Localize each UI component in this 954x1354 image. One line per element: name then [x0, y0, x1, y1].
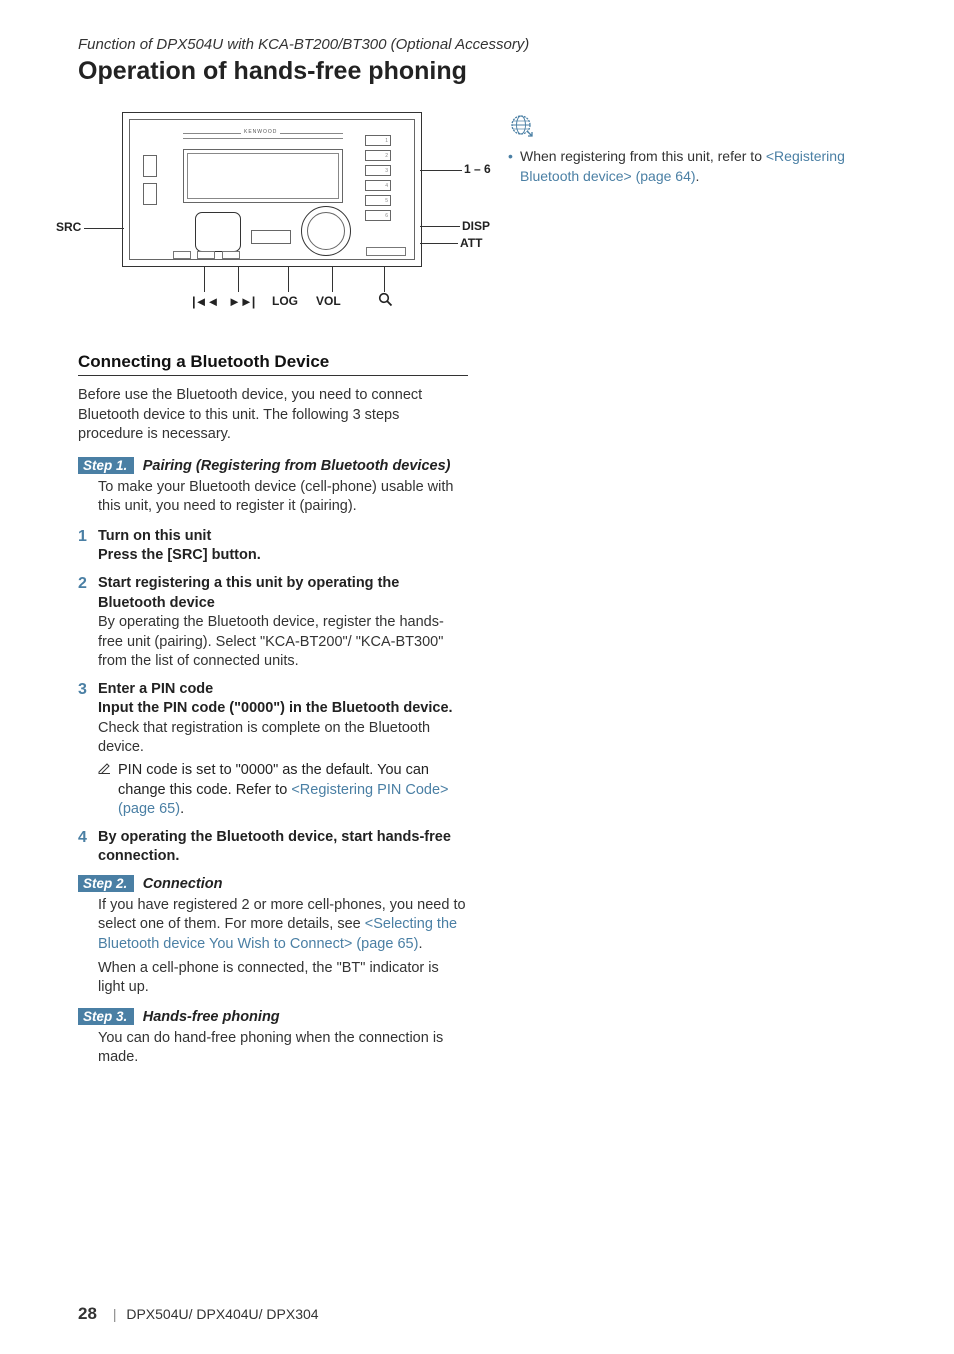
item-heading-b: Press the [SRC] button. — [98, 546, 468, 566]
device-body: KENWOOD 1 2 3 4 5 6 — [122, 112, 422, 267]
callout-search-icon — [378, 292, 393, 310]
tiny-button — [143, 183, 157, 205]
step-2-header: Step 2. Connection — [78, 875, 468, 893]
step1-desc: To make your Bluetooth device (cell-phon… — [98, 478, 468, 517]
note: PIN code is set to "0000" as the default… — [98, 761, 468, 820]
step-1-header: Step 1. Pairing (Registering from Blueto… — [78, 457, 468, 475]
preset-button: 6 — [365, 210, 391, 221]
step-label: Step 1. — [78, 457, 134, 474]
callout-line — [420, 226, 460, 227]
callout-disp: DISP — [462, 219, 490, 233]
callout-line — [332, 267, 333, 292]
pencil-icon — [98, 761, 114, 820]
step-label: Step 2. — [78, 875, 134, 892]
callout-line — [420, 170, 462, 171]
mini-button — [173, 251, 191, 259]
callout-prev-icon: |◄◄ — [192, 294, 218, 309]
list-number: 4 — [78, 828, 98, 867]
item-heading: Turn on this unit — [98, 527, 468, 547]
bottom-button-row — [173, 246, 253, 256]
callout-line — [238, 267, 239, 292]
step-label: Step 3. — [78, 1008, 134, 1025]
callout-att: ATT — [460, 236, 482, 250]
page-number: 28 — [78, 1304, 97, 1323]
item-heading: Start registering a this unit by operati… — [98, 574, 468, 613]
item-sub: By operating the Bluetooth device, regis… — [98, 613, 468, 672]
tiny-button — [143, 155, 157, 177]
footer-models: DPX504U/ DPX404U/ DPX304 — [126, 1306, 318, 1322]
list-number: 2 — [78, 574, 98, 672]
item-sub: Check that registration is complete on t… — [98, 719, 468, 758]
list-number: 1 — [78, 527, 98, 566]
magnifier-icon — [378, 292, 393, 307]
step2-post: . — [418, 936, 422, 952]
step-3-header: Step 3. Hands-free phoning — [78, 1008, 468, 1026]
step3-desc: You can do hand-free phoning when the co… — [98, 1029, 468, 1068]
page-footer: 28 | DPX504U/ DPX404U/ DPX304 — [78, 1304, 319, 1324]
step-title: Connection — [143, 876, 223, 892]
page-title: Operation of hands-free phoning — [78, 57, 876, 86]
section-heading: Connecting a Bluetooth Device — [78, 352, 468, 376]
list-item-4: 4 By operating the Bluetooth device, sta… — [78, 828, 468, 867]
callout-next-icon: ►►| — [228, 294, 254, 309]
list-item-2: 2 Start registering a this unit by opera… — [78, 574, 468, 672]
footer-divider: | — [113, 1306, 117, 1322]
preset-button: 3 — [365, 165, 391, 176]
callout-one-six: 1 – 6 — [464, 162, 491, 176]
bullet-post: . — [696, 168, 700, 184]
callout-line — [84, 228, 124, 229]
brand-text: KENWOOD — [241, 129, 280, 135]
bullet-dot: • — [508, 147, 520, 186]
callout-vol: VOL — [316, 294, 341, 308]
preset-button: 1 — [365, 135, 391, 146]
bullet-pre: When registering from this unit, refer t… — [520, 148, 766, 164]
step-title: Hands-free phoning — [143, 1009, 280, 1025]
list-item-3: 3 Enter a PIN code Input the PIN code ("… — [78, 680, 468, 820]
callout-line — [384, 267, 385, 292]
left-side-buttons — [143, 155, 157, 211]
info-bullet: • When registering from this unit, refer… — [508, 147, 868, 186]
preset-buttons-column: 1 2 3 4 5 6 — [365, 135, 395, 225]
supertitle: Function of DPX504U with KCA-BT200/BT300… — [78, 36, 876, 53]
step-title: Pairing (Registering from Bluetooth devi… — [143, 458, 451, 474]
preset-button: 5 — [365, 195, 391, 206]
note-text-post: . — [180, 801, 184, 817]
intro-paragraph: Before use the Bluetooth device, you nee… — [78, 386, 468, 445]
callout-log: LOG — [272, 294, 298, 308]
callout-line — [420, 243, 458, 244]
list-item-1: 1 Turn on this unit Press the [SRC] butt… — [78, 527, 468, 566]
volume-knob — [301, 206, 351, 256]
device-illustration: KENWOOD 1 2 3 4 5 6 — [84, 112, 474, 322]
preset-button: 2 — [365, 150, 391, 161]
item-heading: By operating the Bluetooth device, start… — [98, 828, 468, 867]
info-globe-icon — [508, 112, 538, 145]
item-heading: Enter a PIN code — [98, 680, 468, 700]
mini-button — [222, 251, 240, 259]
middle-button — [251, 230, 291, 244]
callout-src: SRC — [56, 220, 81, 234]
list-number: 3 — [78, 680, 98, 820]
callout-line — [204, 267, 205, 292]
callout-line — [288, 267, 289, 292]
device-screen — [183, 149, 343, 203]
step2-after: When a cell-phone is connected, the "BT"… — [98, 959, 468, 998]
item-heading-b: Input the PIN code ("0000") in the Bluet… — [98, 699, 468, 719]
mini-button — [197, 251, 215, 259]
step2-body: If you have registered 2 or more cell-ph… — [98, 896, 468, 955]
preset-button: 4 — [365, 180, 391, 191]
bottom-right-button — [366, 247, 406, 256]
